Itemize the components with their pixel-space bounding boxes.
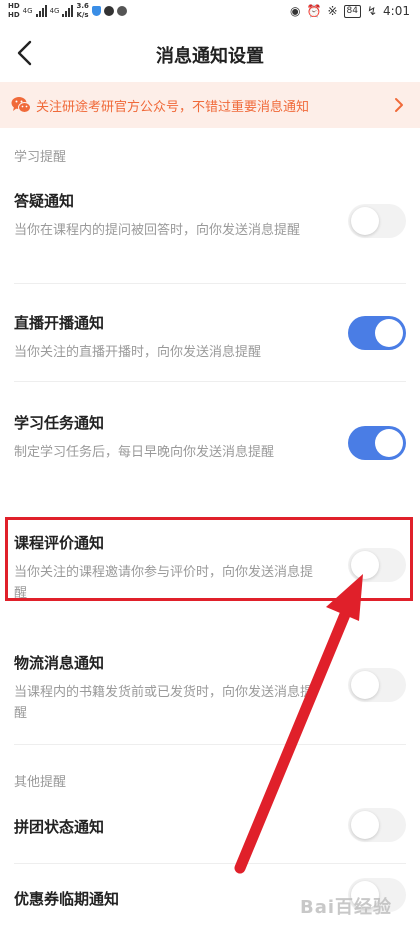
battery-icon: 84 (343, 4, 361, 18)
setting-row-live: 直播开播通知 当你关注的直播开播时，向你发送消息提醒 (0, 284, 420, 382)
toggle-knob (351, 207, 379, 235)
setting-description: 制定学习任务后，每日早晚向你发送消息提醒 (14, 445, 275, 460)
setting-title: 拼团状态通知 (14, 818, 105, 836)
signal-icon (62, 5, 74, 17)
setting-title: 答疑通知 (14, 192, 75, 210)
setting-row-qa: 答疑通知 当你在课程内的提问被回答时，向你发送消息提醒 (0, 180, 420, 284)
section-header-other: 其他提醒 (14, 775, 67, 790)
setting-row-logistics: 物流消息通知 当课程内的书籍发货前或已发货时，向你发送消息提醒 (0, 624, 420, 746)
setting-description: 当你关注的直播开播时，向你发送消息提醒 (14, 345, 262, 360)
toggle-live-notification[interactable] (348, 316, 406, 350)
setting-description: 当你在课程内的提问被回答时，向你发送消息提醒 (14, 223, 301, 238)
watermark: Bai百经验 (300, 897, 393, 918)
toggle-group-buy-notification[interactable] (348, 808, 406, 842)
app-notification-icon (116, 6, 127, 16)
section-header-study: 学习提醒 (14, 150, 67, 165)
setting-title: 优惠券临期通知 (14, 890, 120, 908)
page-title: 消息通知设置 (156, 46, 264, 67)
network-type-2: 4G (49, 7, 60, 15)
banner-text: 关注研途考研官方公众号，不错过重要消息通知 (36, 99, 310, 115)
status-bar: HD HD 4G 4G 3.6 K/s ◉ ⏰ ※ 84 ↯ 4:01 (0, 0, 420, 26)
follow-banner[interactable]: 关注研途考研官方公众号，不错过重要消息通知 (0, 82, 420, 128)
divider (14, 744, 406, 745)
bluetooth-icon: ※ (327, 4, 338, 18)
hd-indicator: HD HD (8, 2, 20, 19)
wechat-icon (10, 94, 32, 116)
setting-row-task: 学习任务通知 制定学习任务后，每日早晚向你发送消息提醒 (0, 382, 420, 506)
toggle-task-notification[interactable] (348, 426, 406, 460)
shield-icon (91, 6, 101, 16)
chevron-right-icon[interactable] (386, 92, 412, 118)
toggle-knob (351, 671, 379, 699)
status-bar-right: ◉ ⏰ ※ 84 ↯ 4:01 (290, 4, 410, 18)
network-speed: 3.6 K/s (76, 2, 89, 19)
alarm-icon: ⏰ (306, 4, 322, 18)
charging-icon: ↯ (366, 4, 378, 18)
clock: 4:01 (383, 4, 410, 18)
network-type-1: 4G (22, 7, 33, 15)
toggle-logistics-notification[interactable] (348, 668, 406, 702)
setting-title: 直播开播通知 (14, 314, 105, 332)
toggle-knob (375, 319, 403, 347)
eye-icon: ◉ (290, 4, 301, 18)
highlight-box (5, 517, 413, 601)
toggle-knob (375, 429, 403, 457)
status-bar-left: HD HD 4G 4G 3.6 K/s (8, 2, 127, 20)
setting-title: 物流消息通知 (14, 654, 105, 672)
toggle-knob (351, 811, 379, 839)
setting-title: 学习任务通知 (14, 414, 105, 432)
message-icon (103, 6, 114, 16)
setting-row-group-buy: 拼团状态通知 (0, 800, 420, 864)
setting-description: 当课程内的书籍发货前或已发货时，向你发送消息提醒 (14, 685, 314, 721)
signal-icon (35, 5, 47, 17)
nav-header: 消息通知设置 (0, 26, 420, 80)
toggle-qa-notification[interactable] (348, 204, 406, 238)
